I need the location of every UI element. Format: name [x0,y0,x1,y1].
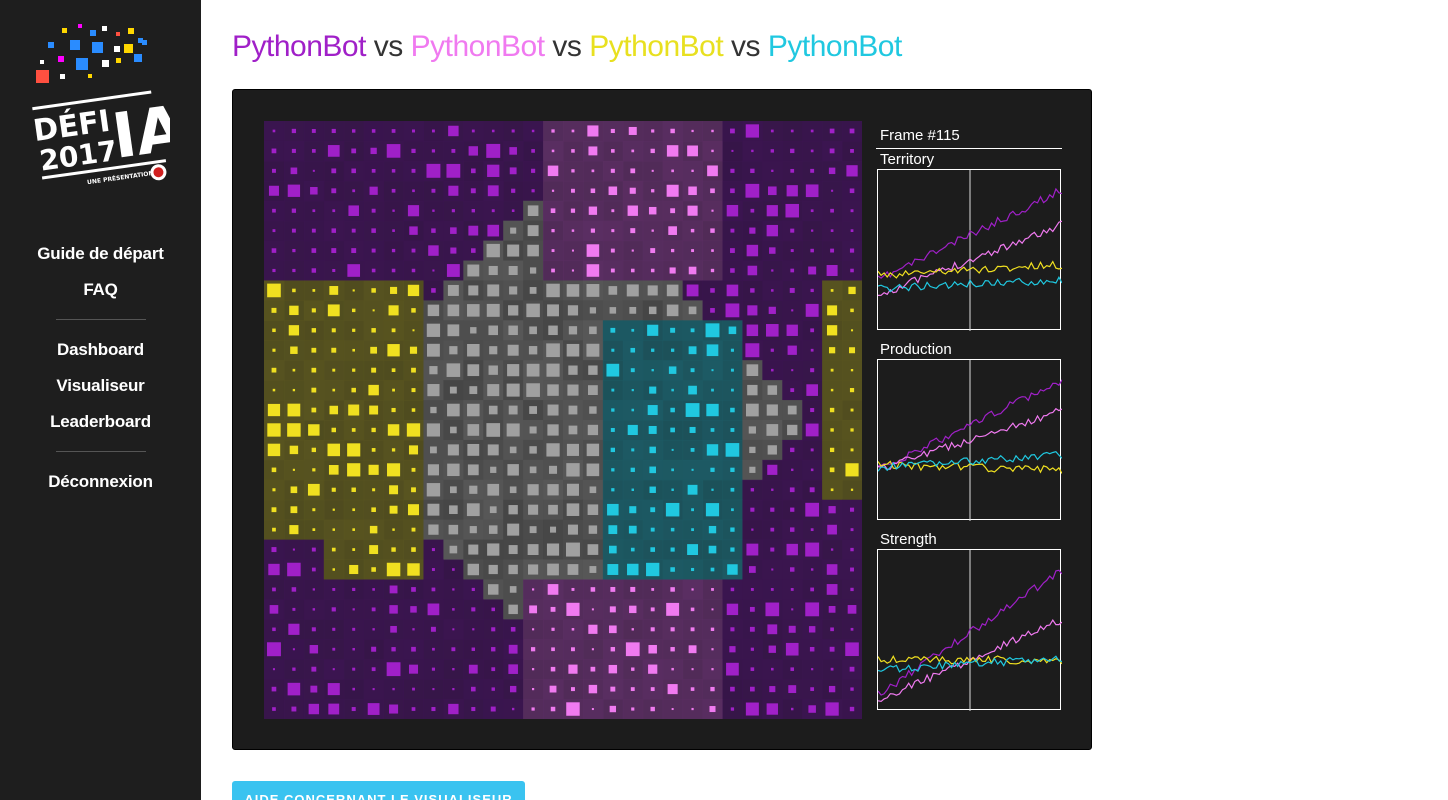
strength-lines [878,550,1062,711]
production-graph[interactable] [877,359,1062,521]
production-title: Production [880,341,952,358]
vs-separator: vs [373,30,404,63]
nav-guide-de-depart[interactable]: Guide de départ [0,236,201,272]
game-board[interactable] [264,121,862,719]
vs-separator: vs [552,30,582,63]
vs-separator: vs [731,30,761,63]
nav-deconnexion[interactable]: Déconnexion [0,464,201,500]
nav-visualiseur[interactable]: Visualiseur [0,368,201,404]
player-2-name: PythonBot [410,30,545,63]
match-title: PythonBot vs PythonBot vs PythonBot vs P… [232,30,902,64]
territory-title: Territory [880,151,935,168]
sidebar-nav: Guide de départ FAQ Dashboard Visualiseu… [0,236,201,500]
nav-faq[interactable]: FAQ [0,272,201,308]
nav-divider [55,451,146,452]
nav-dashboard[interactable]: Dashboard [0,332,201,368]
game-visualizer: Frame #115 Territory Production Strength [232,89,1092,750]
territory-lines [878,170,1062,331]
nav-leaderboard[interactable]: Leaderboard [0,404,201,440]
frame-counter: Frame #115 [876,126,1062,149]
visualizer-help-button[interactable]: AIDE CONCERNANT LE VISUALISEUR [232,781,525,800]
board-grid [264,121,862,719]
defi-ia-logo[interactable]: DÉFI 2017 IA UNE PRÉSENTATION DE [30,20,170,200]
player-3-name: PythonBot [589,30,724,63]
production-lines [878,360,1062,521]
player-1-name: PythonBot [232,30,366,63]
logo-graphic: DÉFI 2017 IA UNE PRÉSENTATION DE [31,24,170,186]
sidebar: DÉFI 2017 IA UNE PRÉSENTATION DE Guide d… [0,0,201,800]
strength-title: Strength [880,531,937,548]
strength-graph[interactable] [877,549,1062,711]
stats-panel: Frame #115 Territory Production Strength [876,126,1062,711]
player-4-name: PythonBot [767,30,902,63]
nav-divider [55,319,146,320]
territory-graph[interactable] [877,169,1062,331]
